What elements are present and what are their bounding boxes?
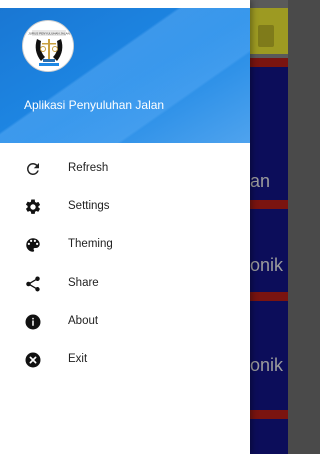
menu-item-label: Share [68,276,99,289]
palette-icon [24,236,42,254]
navigation-drawer: JURUS PENYULUHAN JALAN Aplikasi Penyuluh… [0,0,250,454]
drawer-menu: Refresh Settings Theming Share About Exi… [0,150,250,379]
menu-item-label: Settings [68,200,110,213]
menu-item-settings[interactable]: Settings [0,188,250,226]
menu-item-exit[interactable]: Exit [0,341,250,379]
background-card-text: onik [250,255,284,275]
menu-item-label: Refresh [68,162,109,174]
menu-item-refresh[interactable]: Refresh [0,150,250,188]
menu-item-about[interactable]: About [0,303,250,341]
app-logo: JURUS PENYULUHAN JALAN [22,20,74,72]
status-bar [0,0,250,8]
menu-item-theming[interactable]: Theming [0,226,250,264]
drawer-header: JURUS PENYULUHAN JALAN Aplikasi Penyuluh… [0,0,250,143]
appbar-icon[interactable] [258,25,274,47]
close-circle-icon [24,351,42,369]
background-card-text: onik [250,355,284,375]
menu-item-label: Exit [68,352,88,365]
background-card[interactable] [250,410,288,454]
info-icon [24,313,42,331]
refresh-icon [24,160,42,178]
logo-text: JURUS PENYULUHAN JALAN [28,32,70,36]
background-card[interactable]: onik [250,292,288,418]
menu-item-label: About [68,314,99,327]
background-card[interactable]: an [250,58,288,208]
share-icon [24,275,42,293]
drawer-header-title: Aplikasi Penyuluhan Jalan [24,98,165,112]
menu-item-label: Theming [68,238,113,251]
gear-icon [24,198,42,216]
menu-item-share[interactable]: Share [0,265,250,303]
background-card-text: an [250,171,271,191]
background-card[interactable]: onik [250,200,288,300]
